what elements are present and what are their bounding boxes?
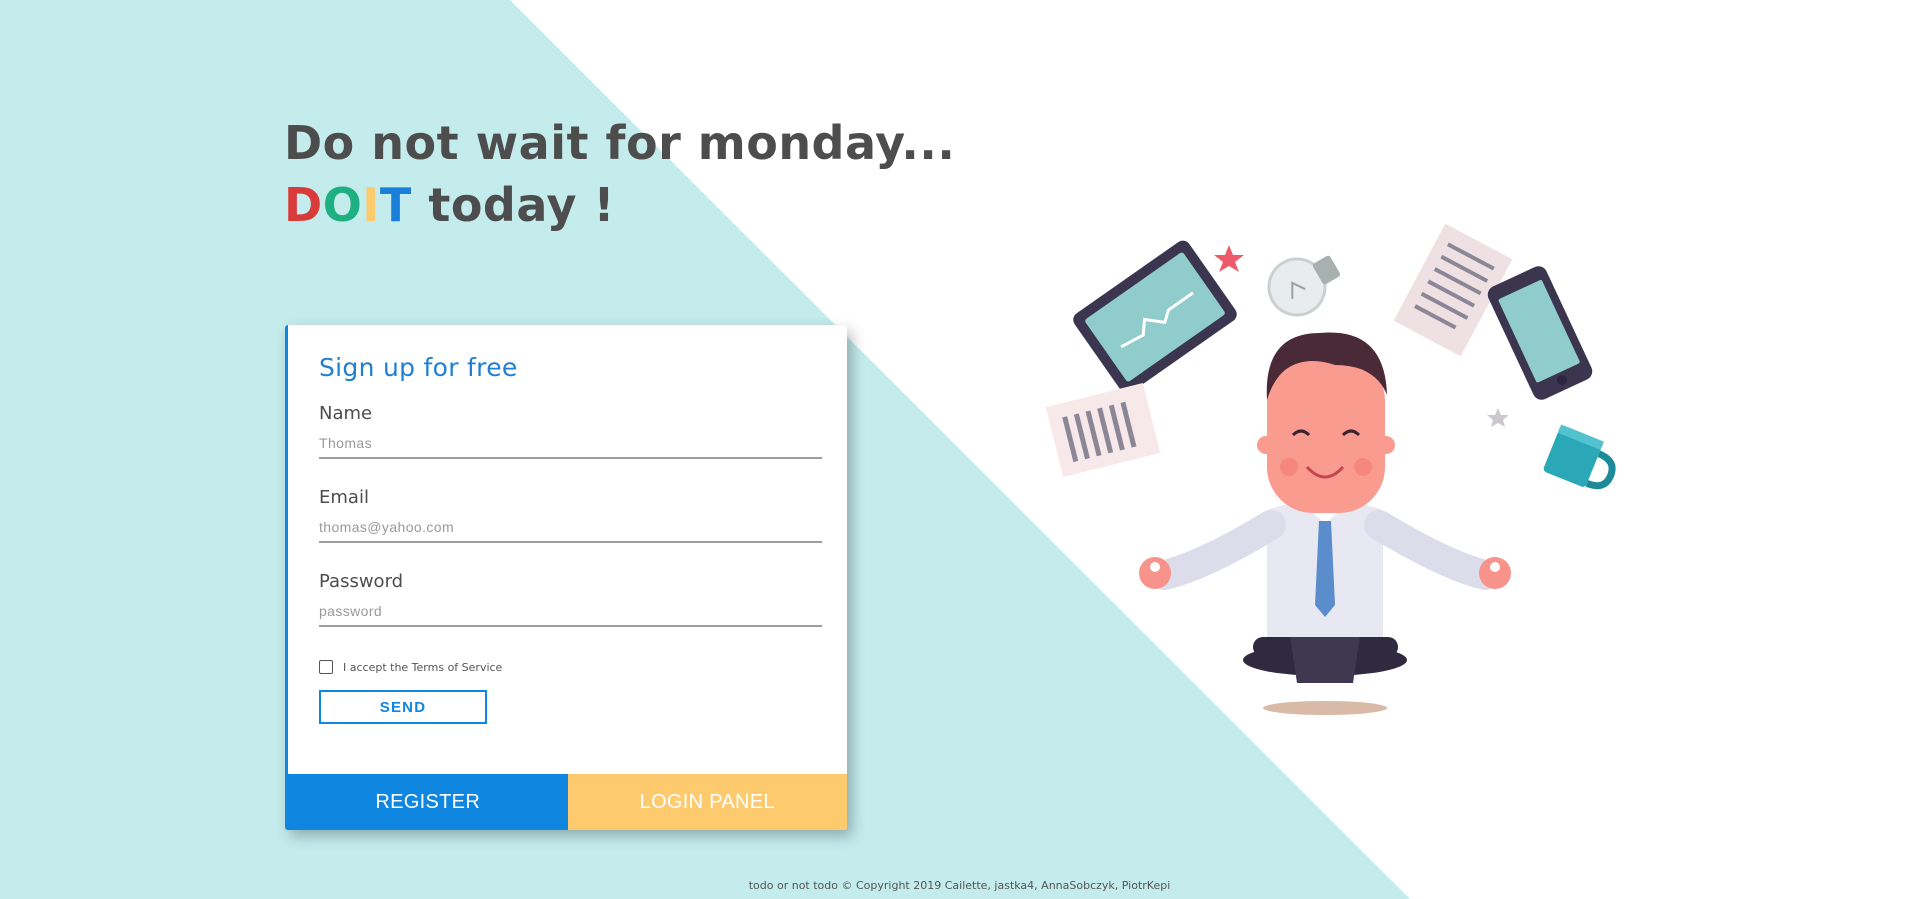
hero-headline: Do not wait for monday... DOIT today ! — [284, 112, 955, 236]
shadow-ellipse — [1263, 701, 1387, 715]
lightbulb-icon — [1267, 255, 1341, 317]
document-icon — [1045, 382, 1161, 478]
mug-icon — [1543, 424, 1616, 490]
star-icon — [1214, 245, 1244, 272]
doit-letter-i: I — [362, 178, 380, 232]
password-input[interactable] — [319, 597, 822, 627]
name-label: Name — [319, 403, 373, 424]
register-tab[interactable]: REGISTER — [288, 774, 568, 830]
name-field-group: Name — [319, 403, 822, 459]
form-tabs: REGISTER LOGIN PANEL — [288, 774, 847, 830]
signup-title: Sign up for free — [319, 353, 518, 382]
login-panel-tab[interactable]: LOGIN PANEL — [567, 774, 847, 830]
signup-card: Sign up for free Name Email Password I a… — [285, 325, 847, 830]
name-input[interactable] — [319, 429, 822, 459]
terms-checkbox[interactable] — [319, 660, 333, 674]
star-icon — [1487, 408, 1509, 427]
password-field-group: Password — [319, 571, 822, 627]
send-button[interactable]: SEND — [319, 690, 487, 724]
password-label: Password — [319, 571, 404, 592]
doit-letter-t: T — [379, 178, 412, 232]
doit-letter-d: D — [284, 178, 323, 232]
hero-line-2: DOIT today ! — [284, 174, 955, 236]
doit-letter-o: O — [322, 178, 363, 232]
hero-today: today ! — [411, 178, 615, 232]
terms-row: I accept the Terms of Service — [319, 660, 502, 674]
meditating-man-illustration — [1045, 223, 1616, 715]
hero-line-1: Do not wait for monday... — [284, 116, 956, 170]
email-label: Email — [319, 487, 369, 508]
email-field-group: Email — [319, 487, 822, 543]
tablet-icon — [1073, 240, 1237, 394]
smartphone-icon — [1487, 266, 1593, 400]
terms-label: I accept the Terms of Service — [343, 660, 503, 674]
meditating-man-icon — [1139, 332, 1511, 683]
footer-copyright: todo or not todo © Copyright 2019 Cailet… — [748, 879, 1171, 892]
email-input[interactable] — [319, 513, 822, 543]
